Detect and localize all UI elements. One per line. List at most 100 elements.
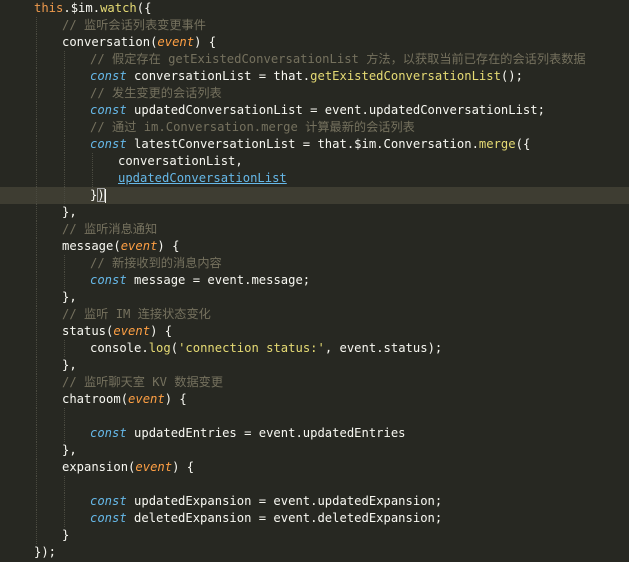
code-line[interactable]: [0, 476, 629, 493]
code-token: ();: [500, 69, 523, 83]
code-token: getExistedConversationList: [310, 69, 501, 83]
code-line[interactable]: const conversationList = that.getExisted…: [0, 68, 629, 85]
indent-guide: [36, 340, 37, 357]
code-token: merge: [478, 137, 516, 151]
indent-guide: [36, 187, 37, 204]
code-token: ({: [515, 137, 531, 151]
code-line[interactable]: [0, 408, 629, 425]
code-token: (: [113, 239, 121, 253]
code-token: message;: [251, 273, 311, 287]
code-text: }): [90, 187, 106, 204]
code-line[interactable]: },: [0, 442, 629, 459]
code-text: const updatedExpansion = event.updatedEx…: [90, 493, 442, 510]
indent-guide: [36, 510, 37, 527]
indent-guide: [64, 187, 65, 204]
code-token: updatedExpansion = event: [126, 494, 311, 508]
indent-guide: [64, 119, 65, 136]
code-token: ) {: [164, 392, 187, 406]
code-line[interactable]: console.log('connection status:', event.…: [0, 340, 629, 357]
code-token: ): [97, 188, 105, 202]
indent-guide: [36, 476, 37, 493]
code-comment: // 监听聊天室 KV 数据变更: [62, 375, 224, 389]
code-text: const updatedEntries = event.updatedEntr…: [90, 425, 406, 442]
indent-guide: [64, 408, 65, 425]
code-token: $im: [354, 137, 377, 151]
code-token: status);: [383, 341, 443, 355]
code-token: event: [157, 35, 195, 49]
code-line[interactable]: const message = event.message;: [0, 272, 629, 289]
code-line[interactable]: },: [0, 357, 629, 374]
code-line[interactable]: const deletedExpansion = event.deletedEx…: [0, 510, 629, 527]
indent-guide: [64, 510, 65, 527]
code-token: console: [90, 341, 142, 355]
code-line[interactable]: // 新接收到的消息内容: [0, 255, 629, 272]
code-token: updatedConversationList;: [368, 103, 545, 117]
code-token: deletedExpansion = event: [126, 511, 311, 525]
code-line[interactable]: });: [0, 544, 629, 561]
code-comment: // 新接收到的消息内容: [90, 256, 222, 270]
code-line[interactable]: conversation(event) {: [0, 34, 629, 51]
code-token: ) {: [194, 35, 217, 49]
code-editor[interactable]: this.$im.watch({// 监听会话列表变更事件 conversatio…: [0, 0, 629, 562]
indent-guide: [64, 272, 65, 289]
code-line[interactable]: message(event) {: [0, 238, 629, 255]
code-line[interactable]: // 假定存在 getExistedConversationList 方法，以获…: [0, 51, 629, 68]
code-text: // 假定存在 getExistedConversationList 方法，以获…: [90, 51, 586, 68]
code-line[interactable]: conversationList,: [0, 153, 629, 170]
code-line[interactable]: expansion(event) {: [0, 459, 629, 476]
code-token: updatedConversationList = event: [126, 103, 362, 117]
code-token: const: [90, 494, 127, 508]
code-text: // 监听 IM 连接状态变化: [62, 306, 211, 323]
indent-guide: [92, 153, 93, 170]
code-token: conversation: [62, 35, 151, 49]
code-line[interactable]: // 监听聊天室 KV 数据变更: [0, 374, 629, 391]
code-token: latestConversationList = that: [126, 137, 347, 151]
code-token: .: [141, 341, 149, 355]
indent-guide: [36, 85, 37, 102]
code-token: (: [170, 341, 179, 355]
indent-guide: [64, 136, 65, 153]
code-line[interactable]: // 发生变更的会话列表: [0, 85, 629, 102]
code-line[interactable]: // 监听会话列表变更事件: [0, 17, 629, 34]
code-token: .: [361, 103, 369, 117]
code-token: message = event: [126, 273, 245, 287]
code-line[interactable]: // 监听消息通知: [0, 221, 629, 238]
code-comment: // 监听会话列表变更事件: [62, 18, 206, 32]
indent-guide: [36, 51, 37, 68]
code-line-current[interactable]: }): [0, 187, 629, 204]
code-token: updatedEntries = event: [126, 426, 296, 440]
code-line[interactable]: const updatedExpansion = event.updatedEx…: [0, 493, 629, 510]
code-line[interactable]: status(event) {: [0, 323, 629, 340]
code-token: },: [62, 290, 77, 304]
code-line[interactable]: // 通过 im.Conversation.merge 计算最新的会话列表: [0, 119, 629, 136]
indent-guide: [36, 442, 37, 459]
code-line[interactable]: }: [0, 527, 629, 544]
code-token: updatedExpansion;: [317, 494, 443, 508]
code-text: const deletedExpansion = event.deletedEx…: [90, 510, 442, 527]
code-token: const: [90, 426, 127, 440]
text-cursor: [104, 188, 106, 203]
code-line[interactable]: this.$im.watch({: [0, 0, 629, 17]
code-token: watch: [100, 1, 137, 15]
code-line[interactable]: const updatedEntries = event.updatedEntr…: [0, 425, 629, 442]
code-line[interactable]: const updatedConversationList = event.up…: [0, 102, 629, 119]
indent-guide: [36, 102, 37, 119]
code-line[interactable]: // 监听 IM 连接状态变化: [0, 306, 629, 323]
indent-guide: [36, 289, 37, 306]
code-token: expansion: [62, 460, 129, 474]
code-text: updatedConversationList: [118, 170, 287, 187]
code-text: conversationList,: [118, 153, 243, 170]
code-line[interactable]: },: [0, 289, 629, 306]
code-line[interactable]: },: [0, 204, 629, 221]
code-comment: // 通过 im.Conversation.merge 计算最新的会话列表: [90, 120, 415, 134]
code-token: }: [62, 528, 70, 542]
code-text: }: [62, 527, 69, 544]
code-line[interactable]: const latestConversationList = that.$im.…: [0, 136, 629, 153]
code-token: });: [34, 545, 57, 559]
code-line[interactable]: updatedConversationList: [0, 170, 629, 187]
indent-guide: [36, 493, 37, 510]
code-token: ) {: [172, 460, 195, 474]
code-line[interactable]: chatroom(event) {: [0, 391, 629, 408]
code-text: message(event) {: [62, 238, 179, 255]
code-token: conversationList,: [118, 154, 243, 168]
